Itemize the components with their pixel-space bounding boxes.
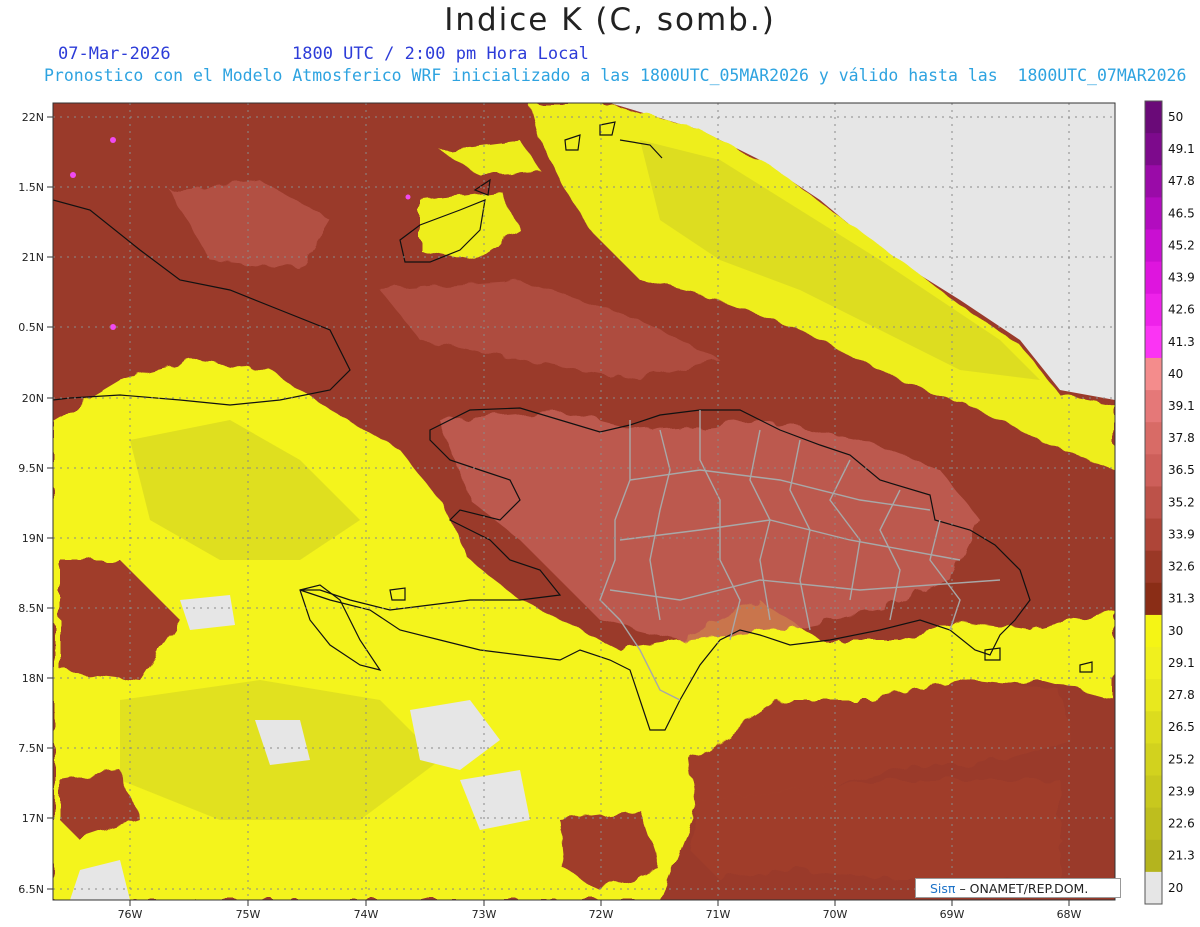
colorbar-label: 40 [1168,367,1183,381]
lon-ticks [129,900,1070,906]
colorbar-swatch [1145,839,1162,873]
lat-labels: 22N 1.5N 21N 0.5N 20N 9.5N 19N 8.5N 18N … [18,111,44,896]
colorbar-label: 22.6 [1168,817,1195,831]
credit-box: Sisπ – ONAMET/REP.DOM. [915,878,1121,898]
colorbar-label: 23.9 [1168,784,1195,798]
colorbar-swatch [1145,454,1162,487]
lat-label: 0.5N [18,321,44,334]
colorbar-swatch [1145,486,1162,520]
colorbar-label: 33.9 [1168,527,1195,541]
lat-label: 1.5N [18,181,44,194]
colorbar-swatch [1145,197,1162,230]
colorbar-label: 25.2 [1168,752,1195,766]
colorbar-label: 29.1 [1168,656,1195,670]
colorbar-label: 27.8 [1168,688,1195,702]
colorbar-swatch [1145,582,1162,616]
colorbar-label: 49.1 [1168,142,1195,156]
colorbar-label: 20 [1168,881,1183,895]
colorbar-label: 31.3 [1168,592,1195,606]
colorbar-label: 35.2 [1168,495,1195,509]
lat-label: 19N [22,532,44,545]
colorbar-swatch [1145,165,1162,198]
colorbar-swatch [1145,614,1162,648]
colorbar-label: 30 [1168,624,1183,638]
lat-label: 6.5N [18,883,44,896]
lat-label: 9.5N [18,462,44,475]
field-speck [405,194,411,200]
colorbar-swatch [1145,390,1162,423]
colorbar-label: 42.6 [1168,303,1195,317]
lon-label: 69W [940,908,965,921]
lon-label: 75W [236,908,261,921]
colorbar-swatch [1145,229,1162,263]
lat-label: 7.5N [18,742,44,755]
colorbar-label: 32.6 [1168,560,1195,574]
lon-label: 76W [118,908,143,921]
field-grey-south-5 [180,595,235,630]
lat-label: 21N [22,251,44,264]
colorbar-swatch [1145,261,1162,295]
colorbar-label: 39.1 [1168,399,1195,413]
colorbar-label: 26.5 [1168,720,1195,734]
lat-ticks [47,116,53,890]
colorbar-label: 50 [1168,110,1183,124]
colorbar-swatch [1145,550,1162,584]
colorbar-swatch [1145,293,1162,327]
colorbar-swatch [1145,422,1162,455]
lon-labels: 76W 75W 74W 73W 72W 71W 70W 69W 68W [118,908,1082,921]
field-layer [53,103,1115,900]
colorbar-label: 45.2 [1168,238,1195,252]
colorbar-swatch [1145,101,1162,134]
colorbar-swatch [1145,711,1162,744]
colorbar-swatch [1145,871,1162,905]
colorbar-swatch [1145,647,1162,680]
lat-label: 20N [22,392,44,405]
colorbar-label: 21.3 [1168,849,1195,863]
lon-label: 68W [1057,908,1082,921]
colorbar-label: 47.8 [1168,174,1195,188]
colorbar-swatch [1145,807,1162,841]
colorbar-label: 37.8 [1168,431,1195,445]
colorbar-label: 36.5 [1168,463,1195,477]
lat-label: 18N [22,672,44,685]
colorbar-swatch [1145,133,1162,166]
lon-label: 70W [823,908,848,921]
weather-map: 22N 1.5N 21N 0.5N 20N 9.5N 19N 8.5N 18N … [18,100,1195,921]
colorbar-swatch [1145,518,1162,552]
colorbar-swatch [1145,357,1162,391]
field-speck [70,172,76,178]
lat-label: 17N [22,812,44,825]
colorbar-label: 41.3 [1168,335,1195,349]
colorbar: 50 49.1 47.8 46.5 45.2 43.9 42.6 41.3 40 39.1 37.8… [1144,100,1195,905]
field-speck [110,137,116,143]
lat-label: 8.5N [18,602,44,615]
colorbar-swatch [1145,325,1162,359]
lon-label: 72W [589,908,614,921]
colorbar-swatch [1145,775,1162,809]
colorbar-swatch [1145,743,1162,777]
colorbar-label: 46.5 [1168,206,1195,220]
lat-label: 22N [22,111,44,124]
lon-label: 71W [706,908,731,921]
credit-brand: Sisπ [930,881,956,896]
colorbar-label: 43.9 [1168,271,1195,285]
colorbar-swatch [1145,679,1162,712]
lon-label: 74W [354,908,379,921]
lon-label: 73W [472,908,497,921]
credit-org: – ONAMET/REP.DOM. [959,881,1089,896]
